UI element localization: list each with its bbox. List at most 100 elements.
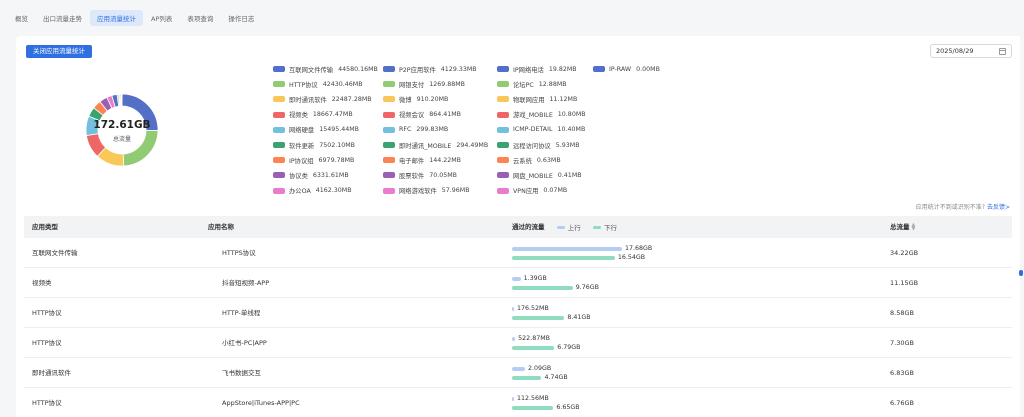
legend-swatch (497, 81, 509, 88)
legend-item[interactable]: 股票软件 70.05MB (383, 170, 457, 180)
legend-swatch (497, 126, 509, 133)
legend-value: 0.41MB (557, 171, 582, 179)
legend-item[interactable]: 微博 910.20MB (383, 94, 448, 104)
col-header-traffic-label: 通过的流量 (512, 223, 545, 231)
legend-value: 864.41MB (429, 111, 461, 119)
scrollbar-thumb[interactable] (1019, 270, 1023, 276)
legend-name: IP-RAW (609, 65, 632, 73)
legend-name: 视频类 (289, 112, 308, 120)
tab-1[interactable]: 出口流量走势 (36, 10, 89, 26)
up-legend[interactable]: 上行 (553, 217, 581, 239)
legend-item[interactable]: 云系统 0.63MB (497, 155, 561, 165)
tab-2[interactable]: 应用流量统计 (90, 10, 143, 26)
close-app-traffic-stats-button[interactable]: 关闭应用流量统计 (26, 45, 92, 58)
col-header-total[interactable]: 总流量 ▲ ▼ (890, 216, 915, 238)
table-row[interactable]: 视频类 抖音短视频-APP 1.39GB 9.76GB 11.15GB (24, 268, 1012, 298)
legend-item[interactable]: 协议类 6331.61MB (273, 170, 349, 180)
legend-swatch (497, 111, 509, 118)
legend-value: 12.88MB (538, 80, 567, 88)
legend-item[interactable]: 网银支付 1269.88MB (383, 79, 465, 89)
legend-item[interactable]: 网络游戏软件 57.96MB (383, 186, 470, 196)
legend-item[interactable]: 物联网应用 11.12MB (497, 94, 577, 104)
tab-5[interactable]: 操作日志 (221, 10, 261, 26)
feedback-link[interactable]: 去反馈> (987, 204, 1010, 211)
cell-app-type: 互联网文件传输 (32, 249, 78, 257)
legend-value: 299.83MB (416, 126, 449, 134)
table-row[interactable]: HTTP协议 小红书-PC|APP 522.87MB 6.79GB 7.30GB (24, 328, 1012, 358)
legend-name: 即时通讯_MOBILE (399, 142, 452, 150)
legend-item[interactable]: RFC 299.83MB (383, 125, 448, 135)
legend-item[interactable]: P2P应用软件 4129.33MB (383, 64, 477, 74)
legend-item[interactable]: 网络硬盘 15495.44MB (273, 125, 359, 135)
legend-value: 18667.47MB (312, 111, 353, 119)
down-value: 8.41GB (567, 314, 591, 321)
legend-swatch (383, 111, 395, 118)
table-row[interactable]: 互联网文件传输 HTTPS协议 17.68GB 16.54GB 34.22GB (24, 238, 1012, 268)
table-body: 互联网文件传输 HTTPS协议 17.68GB 16.54GB 34.22GB … (24, 238, 1012, 417)
legend-item[interactable]: HTTP协议 42430.46MB (273, 79, 363, 89)
table-row[interactable]: 即时通讯软件 飞书数据交互 2.09GB 4.74GB 6.83GB (24, 358, 1012, 388)
app-traffic-table: 应用类型 应用名称 通过的流量 上行 下行 总流量 ▲ ▼ 互联网文件传输 HTTP… (24, 216, 1012, 417)
legend-swatch (497, 172, 509, 179)
legend-item[interactable]: IP网络电话 19.82MB (497, 64, 577, 74)
legend-item[interactable]: 远程访问协议 5.93MB (497, 140, 580, 150)
legend-name: VPN应用 (513, 188, 539, 196)
down-bar (512, 405, 554, 410)
legend-swatch (593, 66, 605, 72)
down-legend[interactable]: 下行 (589, 217, 617, 239)
up-bar-line: 112.56MB (512, 394, 712, 403)
legend-item[interactable]: 电子邮件 144.22MB (383, 155, 461, 165)
legend-value: 44580.16MB (338, 65, 378, 73)
legend-item[interactable]: IP-RAW 0.00MB (593, 64, 660, 74)
traffic-bars: 522.87MB 6.79GB (512, 334, 712, 354)
traffic-bars: 112.56MB 6.65GB (512, 394, 712, 414)
legend-name: IP协议组 (289, 157, 314, 165)
cell-app-name: AppStore|iTunes-APP|PC (222, 399, 300, 407)
legend-item[interactable]: VPN应用 0.07MB (497, 186, 567, 196)
date-picker[interactable]: 2025/08/29 (930, 44, 1012, 58)
legend-name: 股票软件 (399, 172, 425, 180)
tab-3[interactable]: AP列表 (144, 10, 179, 26)
cell-total: 7.30GB (890, 339, 914, 347)
legend-name: HTTP协议 (289, 81, 318, 89)
legend-item[interactable]: 视频会议 864.41MB (383, 110, 461, 120)
legend-swatch (383, 96, 395, 103)
up-bar (512, 306, 514, 311)
legend-item[interactable]: 软件更新 7502.10MB (273, 140, 355, 150)
up-bar (512, 276, 521, 281)
calendar-icon (999, 47, 1006, 55)
legend-swatch (273, 157, 285, 164)
cell-app-type: 即时通讯软件 (32, 369, 71, 377)
legend-item[interactable]: IP协议组 6979.78MB (273, 155, 354, 165)
legend-item[interactable]: ICMP-DETAIL 10.40MB (497, 125, 585, 135)
table-row[interactable]: HTTP协议 HTTP-单线程 176.52MB 8.41GB 8.58GB (24, 298, 1012, 328)
up-value: 522.87MB (518, 335, 550, 342)
col-header-traffic: 通过的流量 上行 下行 (512, 216, 617, 238)
cell-app-name: 飞书数据交互 (222, 369, 261, 377)
tab-0[interactable]: 概览 (8, 10, 35, 26)
cell-total: 8.58GB (890, 309, 914, 317)
legend-swatch (497, 142, 509, 148)
tab-4[interactable]: 表项查询 (180, 10, 220, 26)
traffic-bars: 2.09GB 4.74GB (512, 364, 712, 384)
legend-value: 910.20MB (416, 95, 449, 103)
down-value: 4.74GB (544, 374, 568, 381)
legend-item[interactable]: 即时通讯软件 22487.28MB (273, 94, 372, 104)
legend-name: 远程访问协议 (513, 142, 551, 150)
table-row[interactable]: HTTP协议 AppStore|iTunes-APP|PC 112.56MB 6… (24, 388, 1012, 417)
sort-icon[interactable]: ▲ ▼ (912, 223, 916, 232)
legend-item[interactable]: 互联网文件传输 44580.16MB (273, 64, 378, 74)
legend-item[interactable]: 办公OA 4162.30MB (273, 186, 352, 196)
legend-value: 42430.46MB (322, 80, 363, 88)
traffic-bars: 17.68GB 16.54GB (512, 244, 712, 264)
traffic-bars: 1.39GB 9.76GB (512, 274, 712, 294)
legend-item[interactable]: 视频类 18667.47MB (273, 110, 353, 120)
legend-swatch (383, 81, 395, 88)
legend-swatch (383, 126, 395, 133)
legend-item[interactable]: 网盘_MOBILE 0.41MB (497, 170, 582, 180)
legend-item[interactable]: 游戏_MOBILE 10.80MB (497, 110, 586, 120)
legend-item[interactable]: 论坛PC 12.88MB (497, 79, 567, 89)
legend-name: 云系统 (513, 157, 532, 165)
legend-item[interactable]: 即时通讯_MOBILE 294.49MB (383, 140, 488, 150)
legend-swatch (383, 142, 395, 148)
